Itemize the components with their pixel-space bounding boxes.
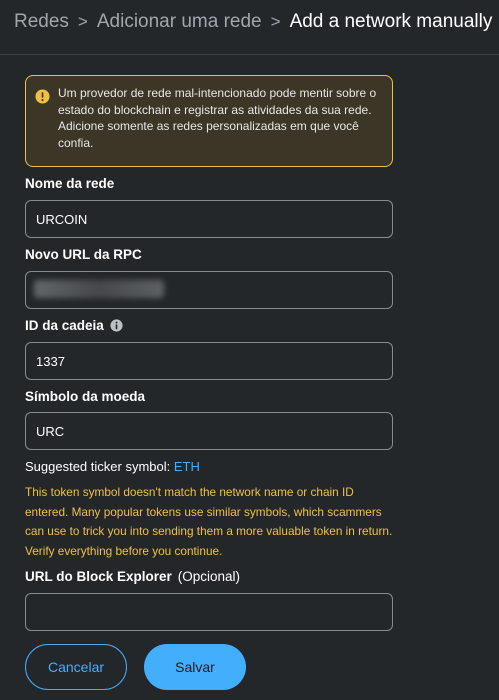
info-icon[interactable] [110, 319, 123, 332]
header-divider [0, 54, 499, 55]
network-name-label-text: Nome da rede [25, 176, 115, 191]
rpc-url-label-text: Novo URL da RPC [25, 247, 142, 262]
network-name-input[interactable] [25, 200, 393, 238]
rpc-url-redacted [34, 280, 164, 298]
optional-tag: (Opcional) [177, 569, 241, 584]
suggested-ticker-link[interactable]: ETH [174, 459, 200, 474]
page-title: Add a network manually [289, 11, 493, 32]
chain-id-label-text: ID da cadeia [25, 318, 104, 333]
cancel-button[interactable]: Cancelar [25, 644, 127, 690]
breadcrumb-redes[interactable]: Redes [14, 11, 69, 33]
block-explorer-label-text: URL do Block Explorer [25, 569, 172, 584]
token-symbol-warning: This token symbol doesn't match the netw… [25, 485, 393, 558]
breadcrumb-separator: > [270, 12, 281, 31]
currency-symbol-label-text: Símbolo da moeda [25, 389, 146, 404]
breadcrumb: Redes > Adicionar uma rede > Add a netwo… [14, 11, 492, 33]
suggested-ticker: Suggested ticker symbol: ETH [25, 459, 200, 474]
currency-symbol-label: Símbolo da moeda [25, 389, 145, 404]
chain-id-input[interactable] [25, 342, 393, 380]
save-button[interactable]: Salvar [144, 644, 246, 690]
block-explorer-label: URL do Block Explorer (Opcional) [25, 569, 240, 584]
rpc-url-label: Novo URL da RPC [25, 247, 142, 262]
breadcrumb-separator: > [77, 12, 88, 31]
malicious-network-warning: Um provedor de rede mal-intencionado pod… [25, 75, 393, 167]
warning-text: Um provedor de rede mal-intencionado pod… [58, 86, 377, 150]
chain-id-label: ID da cadeia [25, 318, 123, 333]
suggested-ticker-label: Suggested ticker symbol: [25, 459, 171, 474]
block-explorer-input[interactable] [25, 593, 393, 631]
info-circle-icon [35, 89, 50, 104]
currency-symbol-input[interactable] [25, 412, 393, 450]
network-name-label: Nome da rede [25, 176, 114, 191]
breadcrumb-add-network[interactable]: Adicionar uma rede [97, 11, 262, 33]
